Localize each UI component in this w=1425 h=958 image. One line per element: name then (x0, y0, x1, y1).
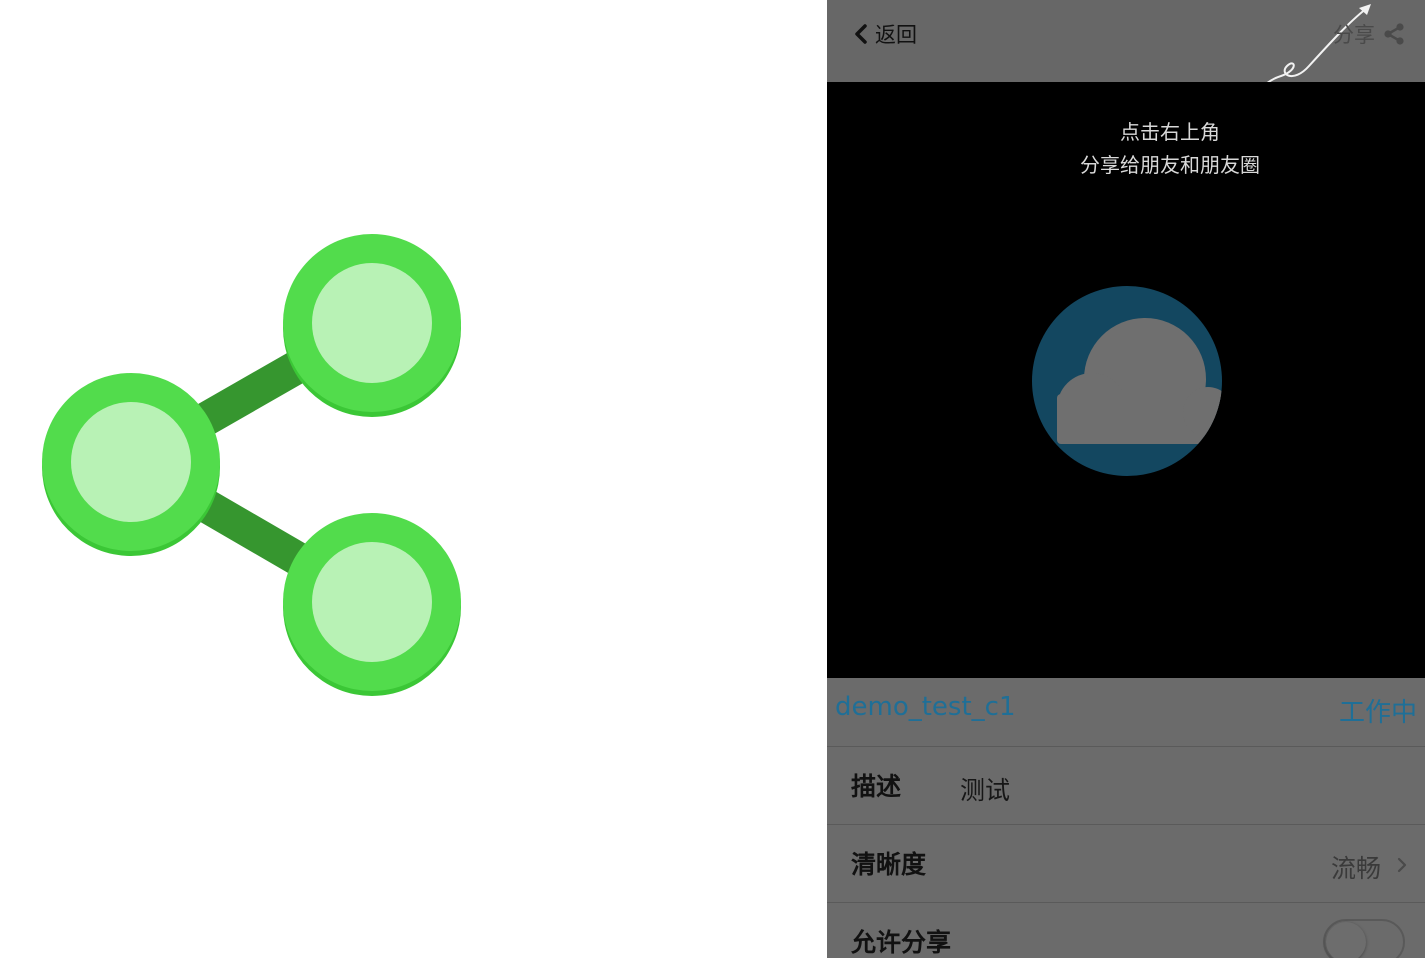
description-label: 描述 (851, 772, 902, 801)
allow-share-toggle[interactable] (1323, 919, 1405, 958)
device-name: demo_test_c1 (835, 692, 1016, 722)
allow-share-row: 允许分享 (827, 903, 1425, 958)
chevron-left-icon (855, 24, 867, 44)
hint-line-1: 点击右上角 (1120, 120, 1220, 144)
resolution-row[interactable]: 清晰度 流畅 (827, 825, 1425, 903)
description-value: 测试 (960, 776, 1011, 805)
share-icon (1384, 23, 1404, 45)
device-info-row: demo_test_c1 工作中 (827, 678, 1425, 747)
resolution-label: 清晰度 (851, 850, 927, 879)
share-icon (42, 234, 461, 696)
share-node-bottom (283, 513, 461, 696)
chevron-right-icon (1397, 857, 1407, 873)
share-button[interactable]: 分享 (1333, 18, 1405, 50)
back-button[interactable]: 返回 (851, 18, 917, 50)
share-label: 分享 (1333, 23, 1375, 47)
cloud-logo-icon (1032, 286, 1222, 476)
share-hero (0, 0, 827, 958)
phone-screen: 返回 分享 点击右上角 分享给朋友和朋友圈 demo_test_c1 工作中 描… (827, 0, 1425, 958)
video-player[interactable]: 点击右上角 分享给朋友和朋友圈 (827, 82, 1425, 678)
device-status: 工作中 (1338, 698, 1417, 728)
resolution-value: 流畅 (1330, 854, 1381, 883)
back-label: 返回 (875, 23, 917, 47)
toggle-knob (1326, 922, 1366, 958)
allow-share-label: 允许分享 (851, 928, 952, 957)
share-hint: 点击右上角 分享给朋友和朋友圈 (827, 116, 1425, 182)
navbar: 返回 分享 (827, 0, 1425, 123)
share-node-left (42, 373, 220, 556)
hint-line-2: 分享给朋友和朋友圈 (1080, 153, 1260, 177)
share-node-top (283, 234, 461, 417)
description-row[interactable]: 描述 测试 (827, 747, 1425, 825)
